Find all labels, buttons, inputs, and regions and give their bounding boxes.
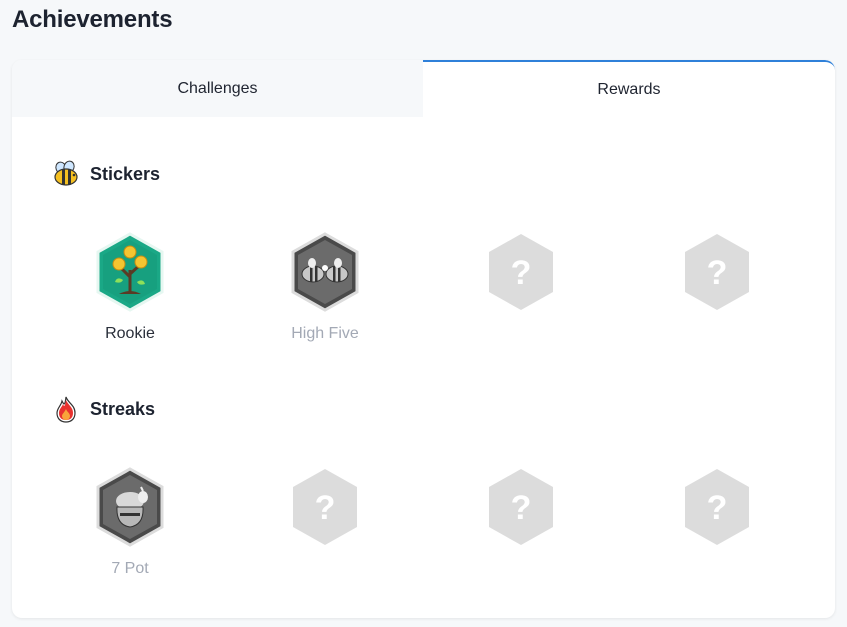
question-mark-icon: ? (489, 469, 553, 545)
question-mark-icon: ? (685, 234, 749, 310)
badge-rookie[interactable]: Rookie (60, 232, 200, 352)
stickers-header: Stickers (52, 158, 160, 190)
badge-high-five[interactable]: High Five (255, 232, 395, 352)
honey-pot-icon (96, 467, 164, 547)
svg-text:?: ? (511, 254, 532, 292)
badge-hidden[interactable]: ? (647, 232, 787, 352)
badge-hidden[interactable]: ? (451, 232, 591, 352)
badge-label: 7 Pot (111, 560, 149, 577)
badge-7-pot[interactable]: 7 Pot (60, 467, 200, 587)
money-tree-icon (96, 232, 164, 312)
bees-high-five-icon (291, 232, 359, 312)
streaks-header: Streaks (52, 393, 155, 425)
badge-hidden[interactable]: ? (451, 467, 591, 587)
stickers-title: Stickers (90, 163, 161, 184)
badge-label: Rookie (105, 325, 155, 342)
question-mark-icon: ? (685, 469, 749, 545)
badge-hidden[interactable]: ? (647, 467, 787, 587)
streaks-title: Streaks (90, 398, 156, 419)
page-title: Achievements (12, 6, 173, 33)
flame-icon (56, 396, 76, 423)
achievements-card: Challenges Rewards Stickers Rookie High … (12, 60, 835, 618)
svg-text:?: ? (707, 489, 728, 527)
svg-text:?: ? (315, 489, 336, 527)
bee-icon (54, 160, 78, 186)
tab-bar: Challenges Rewards (12, 60, 835, 117)
badge-label: High Five (291, 325, 359, 342)
question-mark-icon: ? (293, 469, 357, 545)
svg-text:?: ? (511, 489, 532, 527)
svg-text:?: ? (707, 254, 728, 292)
badge-hidden[interactable]: ? (255, 467, 395, 587)
question-mark-icon: ? (489, 234, 553, 310)
tab-rewards[interactable]: Rewards (423, 60, 835, 117)
tab-challenges[interactable]: Challenges (12, 60, 423, 117)
